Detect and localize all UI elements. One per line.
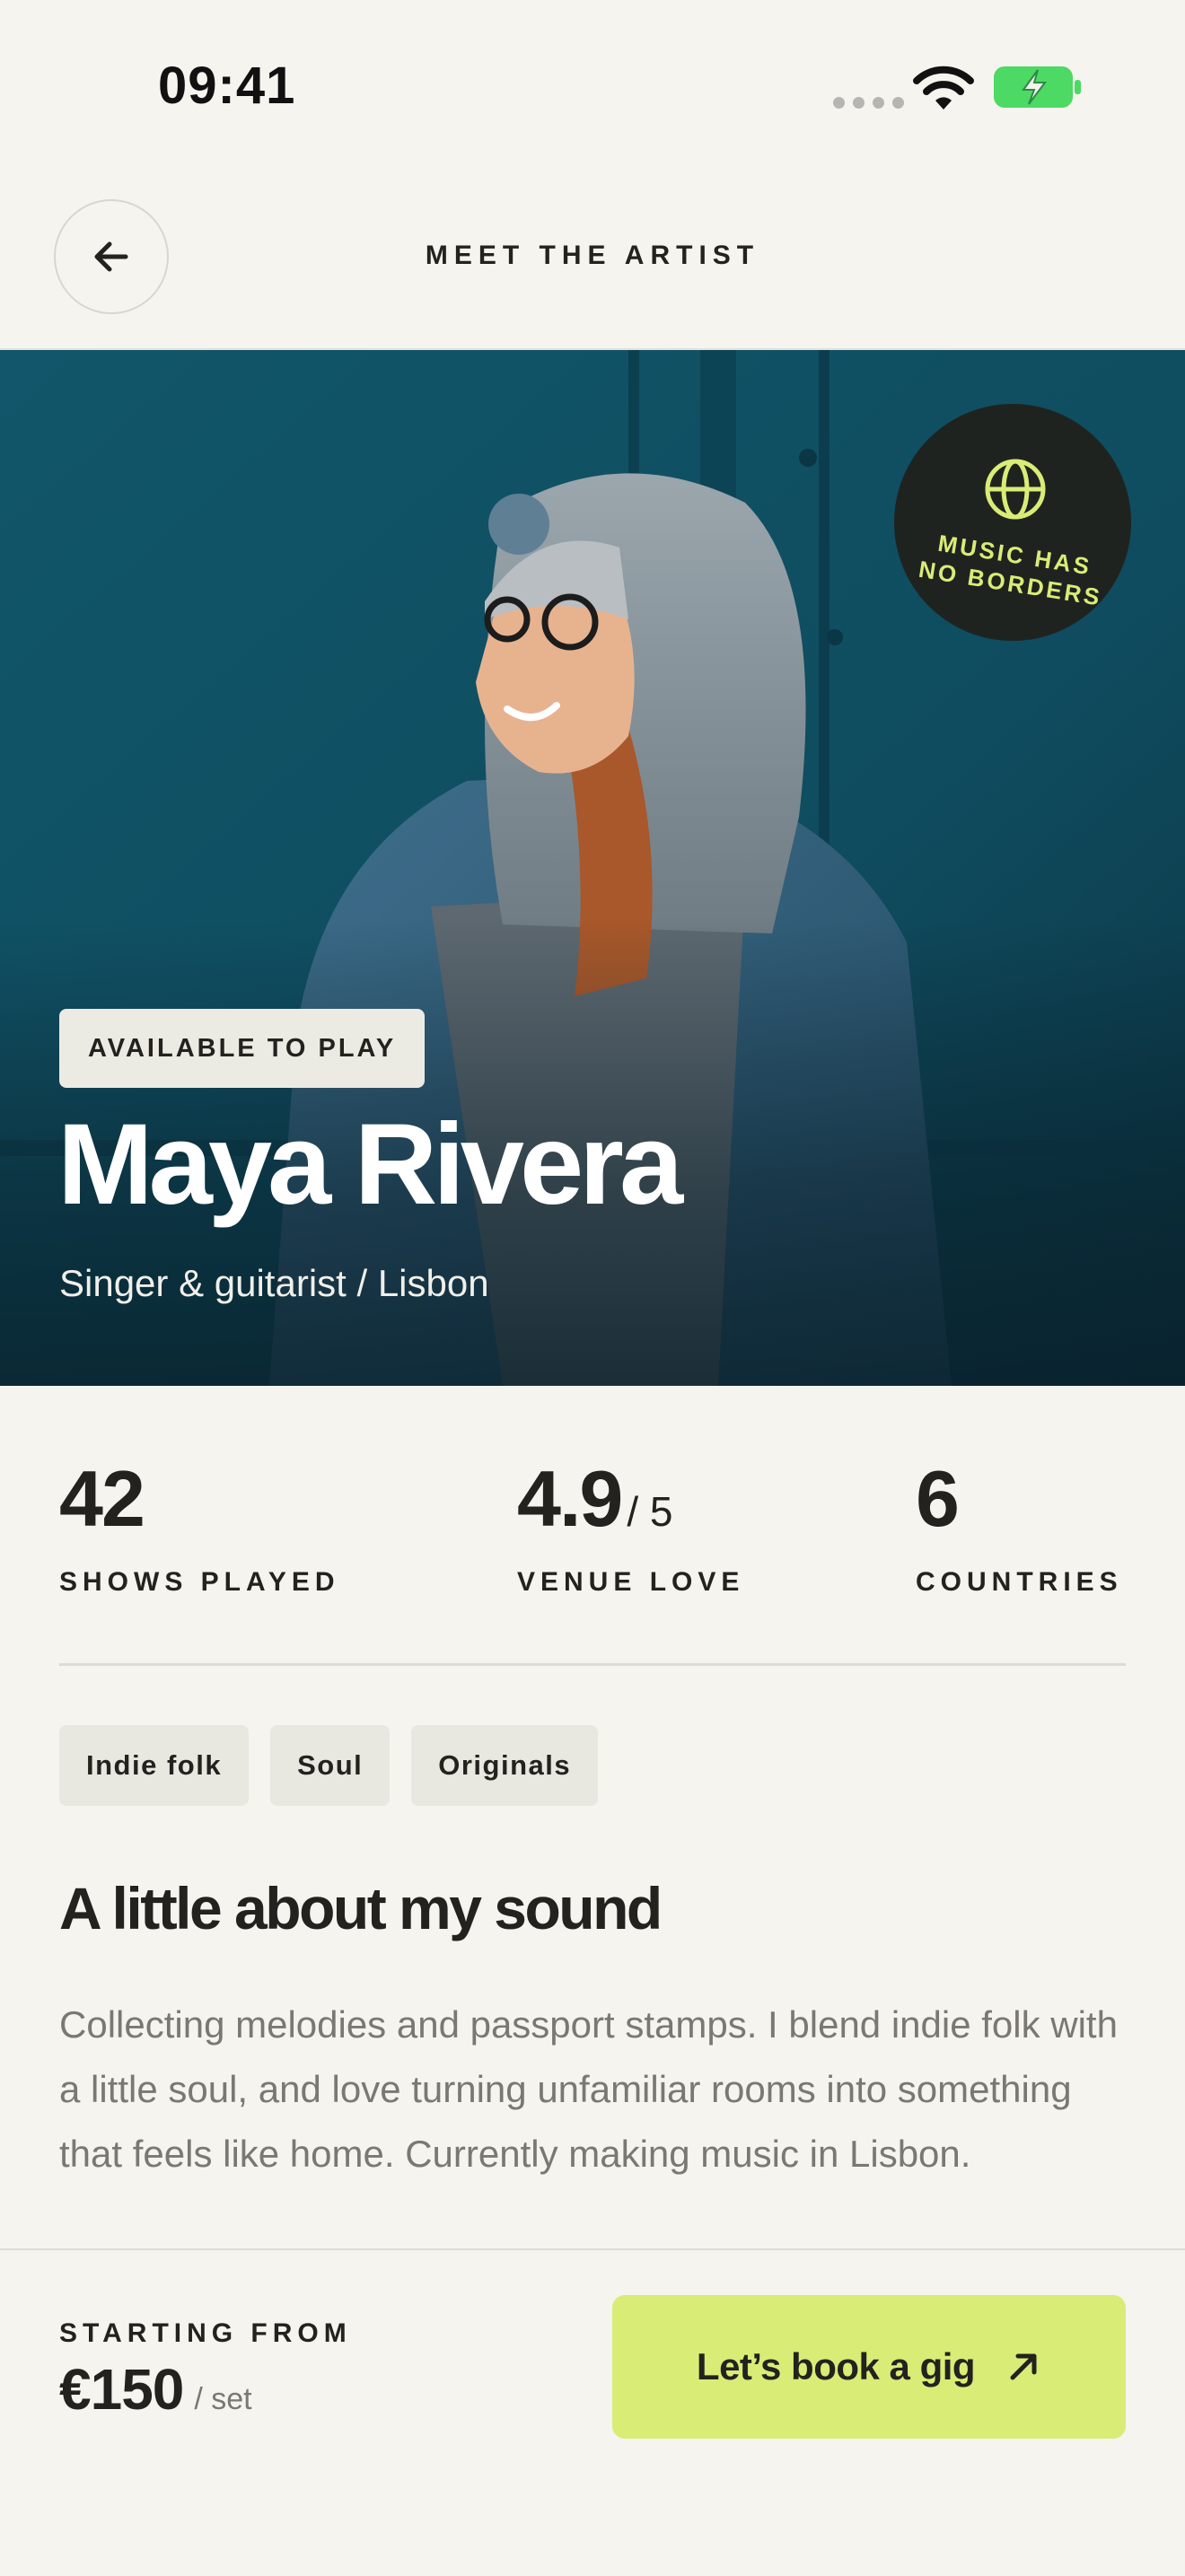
stat-value: 6 — [916, 1454, 960, 1543]
globe-icon — [985, 459, 1046, 520]
book-gig-button[interactable]: Let’s book a gig — [612, 2295, 1126, 2439]
arrow-up-right-icon — [1010, 2353, 1037, 2380]
stat-label: SHOWS PLAYED — [59, 1567, 340, 1597]
stat-value: 4.9/ 5 — [517, 1454, 673, 1543]
price: €150 / set — [59, 2356, 252, 2423]
page-title: MEET THE ARTIST — [425, 241, 760, 270]
divider — [59, 1663, 1126, 1666]
badge-text: MUSIC HAS NO BORDERS — [917, 529, 1104, 611]
status-bar: 09:41 — [0, 0, 1185, 171]
book-gig-label: Let’s book a gig — [696, 2345, 976, 2388]
tag-indie-folk[interactable]: Indie folk — [59, 1725, 250, 1806]
stat-countries: 6 COUNTRIES — [916, 1454, 1123, 1598]
artist-name: Maya Rivera — [57, 1100, 683, 1229]
price-label: STARTING FROM — [59, 2318, 352, 2348]
wifi-icon — [913, 66, 974, 110]
signal-dots-icon — [833, 97, 904, 109]
stat-label: VENUE LOVE — [517, 1567, 745, 1597]
music-has-no-borders-badge: MUSIC HAS NO BORDERS — [894, 404, 1131, 641]
top-navigation: MEET THE ARTIST — [0, 171, 1185, 350]
artist-stats: 42 SHOWS PLAYED 4.9/ 5 VENUE LOVE 6 COUN… — [59, 1454, 1126, 1598]
booking-footer: STARTING FROM €150 / set Let’s book a gi… — [0, 2248, 1185, 2576]
tag-originals[interactable]: Originals — [411, 1725, 599, 1806]
price-value: €150 — [59, 2357, 184, 2422]
about-text: Collecting melodies and passport stamps.… — [59, 2003, 1118, 2175]
tag-soul[interactable]: Soul — [270, 1725, 391, 1806]
stat-value: 42 — [59, 1454, 145, 1543]
status-time: 09:41 — [158, 57, 296, 115]
artist-subtitle: Singer & guitarist / Lisbon — [59, 1262, 489, 1304]
availability-badge: AVAILABLE TO PLAY — [59, 1009, 426, 1088]
stat-label: COUNTRIES — [916, 1567, 1123, 1597]
stat-shows-played: 42 SHOWS PLAYED — [59, 1454, 340, 1598]
genre-tags: Indie folk Soul Originals — [59, 1725, 599, 1806]
stat-venue-love: 4.9/ 5 VENUE LOVE — [517, 1454, 744, 1598]
price-unit: / set — [194, 2382, 252, 2416]
battery-charging-icon — [994, 66, 1081, 108]
artist-hero: MUSIC HAS NO BORDERS AVAILABLE TO PLAY M… — [0, 350, 1185, 1386]
about-heading: A little about my sound — [59, 1875, 663, 1941]
